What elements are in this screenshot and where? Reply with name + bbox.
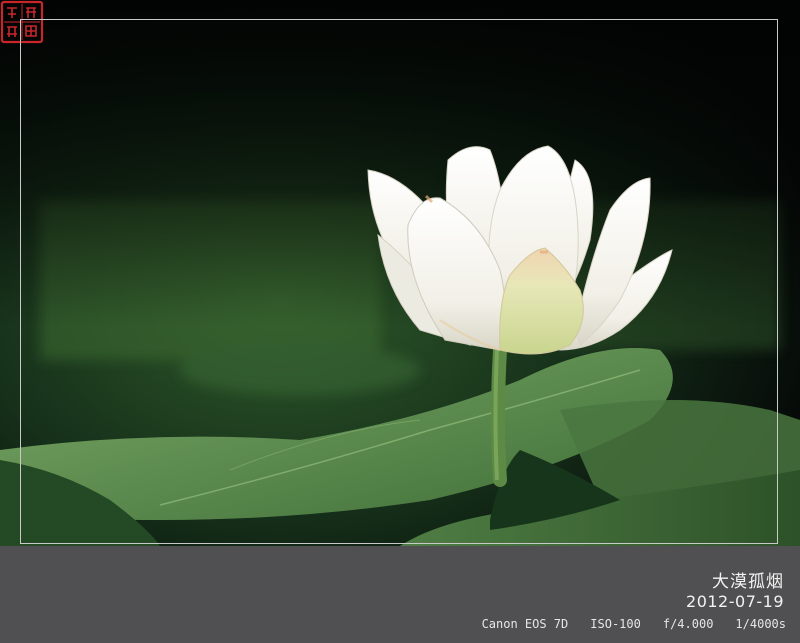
aperture-value: f/4.000 (662, 617, 714, 631)
iso-value: ISO-100 (590, 617, 641, 631)
exif-info: Canon EOS 7D ISO-100 f/4.000 1/4000s (482, 617, 786, 631)
caption-bar: 大漠孤烟 2012-07-19 Canon EOS 7D ISO-100 f/4.0… (0, 546, 800, 643)
author-name: 大漠孤烟 (712, 572, 784, 592)
photo-date: 2012-07-19 (686, 592, 784, 611)
lotus-scene (0, 0, 800, 546)
shutter-speed: 1/4000s (735, 617, 786, 631)
red-seal-stamp-icon (0, 0, 44, 44)
photo (0, 0, 800, 546)
camera-model: Canon EOS 7D (481, 617, 569, 631)
